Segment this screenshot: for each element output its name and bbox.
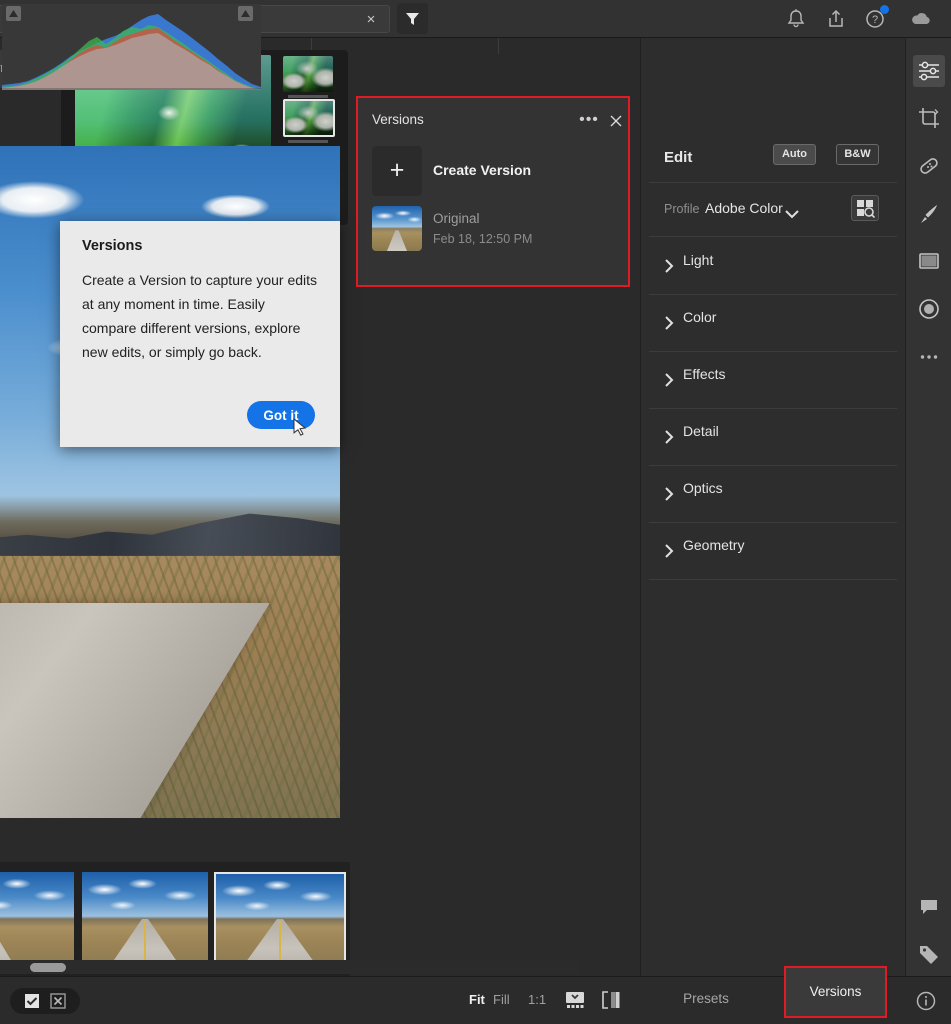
more-options-icon[interactable]: [913, 341, 945, 373]
histogram-series-luminance: [2, 33, 261, 90]
section-geometry[interactable]: Geometry: [640, 523, 905, 580]
tab-presets-label: Presets: [683, 991, 729, 1006]
before-after-icon[interactable]: [601, 990, 621, 1010]
tool-rail: [905, 38, 951, 1024]
highlight-clipping-icon[interactable]: [238, 6, 253, 21]
profile-row: Profile Adobe Color: [640, 185, 905, 235]
section-effects[interactable]: Effects: [640, 352, 905, 409]
versions-panel-title: Versions: [372, 112, 424, 127]
profile-value[interactable]: Adobe Color: [705, 200, 783, 216]
version-list-item[interactable]: Original Feb 18, 12:50 PM: [372, 206, 624, 254]
shadow-clipping-icon[interactable]: [6, 6, 21, 21]
tab-versions-label: Versions: [809, 984, 862, 999]
section-light[interactable]: Light: [640, 238, 905, 295]
filter-icon[interactable]: [397, 3, 428, 34]
profile-label: Profile: [664, 202, 700, 216]
grid-thumbnail-small[interactable]: [283, 56, 333, 92]
section-detail[interactable]: Detail: [640, 409, 905, 466]
tab-versions[interactable]: Versions: [784, 966, 887, 1018]
auto-button[interactable]: Auto: [773, 144, 816, 165]
view-mode-1-1[interactable]: 1:1: [528, 992, 546, 1007]
healing-brush-icon[interactable]: [913, 150, 945, 182]
section-label: Detail: [683, 423, 719, 439]
plus-icon: +: [389, 156, 405, 184]
cloud-sync-icon[interactable]: [908, 6, 934, 32]
create-version-button[interactable]: + Create Version: [372, 146, 624, 196]
share-icon[interactable]: [823, 6, 849, 32]
section-optics[interactable]: Optics: [640, 466, 905, 523]
section-label: Optics: [683, 480, 723, 496]
compare-view-icon[interactable]: [565, 991, 585, 1011]
view-mode-fit[interactable]: Fit: [469, 992, 485, 1007]
divider: [649, 182, 897, 183]
grid-thumbnail-small-selected[interactable]: [283, 99, 335, 137]
page-title: Edit: [664, 149, 693, 166]
comments-icon[interactable]: [913, 890, 945, 922]
divider: [649, 579, 897, 580]
coachmark-body: Create a Version to capture your edits a…: [82, 272, 318, 360]
edit-panel-header: Edit Auto B&W: [640, 134, 905, 184]
brush-icon[interactable]: [913, 198, 945, 230]
info-circle-icon[interactable]: [915, 990, 937, 1012]
chevron-down-icon[interactable]: [785, 206, 799, 224]
section-label: Light: [683, 252, 714, 268]
histogram[interactable]: [2, 4, 261, 90]
notification-bell-icon[interactable]: [783, 6, 809, 32]
svg-text:?: ?: [872, 14, 878, 26]
version-date: Feb 18, 12:50 PM: [433, 232, 533, 246]
flag-reject-icon[interactable]: [49, 992, 67, 1010]
thumbnail-caption-bar: [288, 95, 328, 98]
filmstrip-thumbnail[interactable]: [0, 872, 74, 970]
chevron-right-icon: [665, 430, 674, 449]
tab-presets[interactable]: Presets: [645, 976, 767, 1024]
flag-button-group: [10, 988, 80, 1014]
divider: [649, 236, 897, 237]
section-color[interactable]: Color: [640, 295, 905, 352]
view-mode-fill[interactable]: Fill: [493, 992, 510, 1007]
help-notification-badge: [880, 5, 889, 14]
version-thumbnail: [372, 206, 422, 251]
thumbnail-caption-bar: [288, 140, 328, 143]
filmstrip-scrollbar-track[interactable]: [0, 960, 580, 974]
got-it-button[interactable]: Got it: [247, 401, 315, 429]
radial-gradient-icon[interactable]: [913, 293, 945, 325]
edit-sliders-icon[interactable]: [913, 55, 945, 87]
version-name: Original: [433, 211, 480, 226]
flag-pick-icon[interactable]: [23, 992, 41, 1010]
filmstrip-thumbnail[interactable]: [82, 872, 208, 970]
chevron-right-icon: [665, 316, 674, 335]
create-version-label: Create Version: [433, 162, 532, 178]
profile-browse-icon[interactable]: [851, 195, 879, 221]
close-icon[interactable]: [606, 111, 626, 131]
chevron-right-icon: [665, 259, 674, 278]
filmstrip-thumbnail-selected[interactable]: [214, 872, 346, 970]
keywords-tag-icon[interactable]: [913, 938, 945, 970]
chevron-right-icon: [665, 373, 674, 392]
chevron-right-icon: [665, 487, 674, 506]
filmstrip-scrollbar-thumb[interactable]: [30, 963, 66, 972]
section-label: Geometry: [683, 537, 745, 553]
coachmark-title: Versions: [82, 238, 143, 254]
section-label: Color: [683, 309, 717, 325]
crop-icon[interactable]: [913, 102, 945, 134]
section-label: Effects: [683, 366, 726, 382]
masking-icon[interactable]: [913, 245, 945, 277]
bw-button[interactable]: B&W: [836, 144, 879, 165]
clear-search-icon[interactable]: ×: [361, 10, 381, 30]
versions-more-options-icon[interactable]: •••: [578, 112, 600, 130]
chevron-right-icon: [665, 544, 674, 563]
